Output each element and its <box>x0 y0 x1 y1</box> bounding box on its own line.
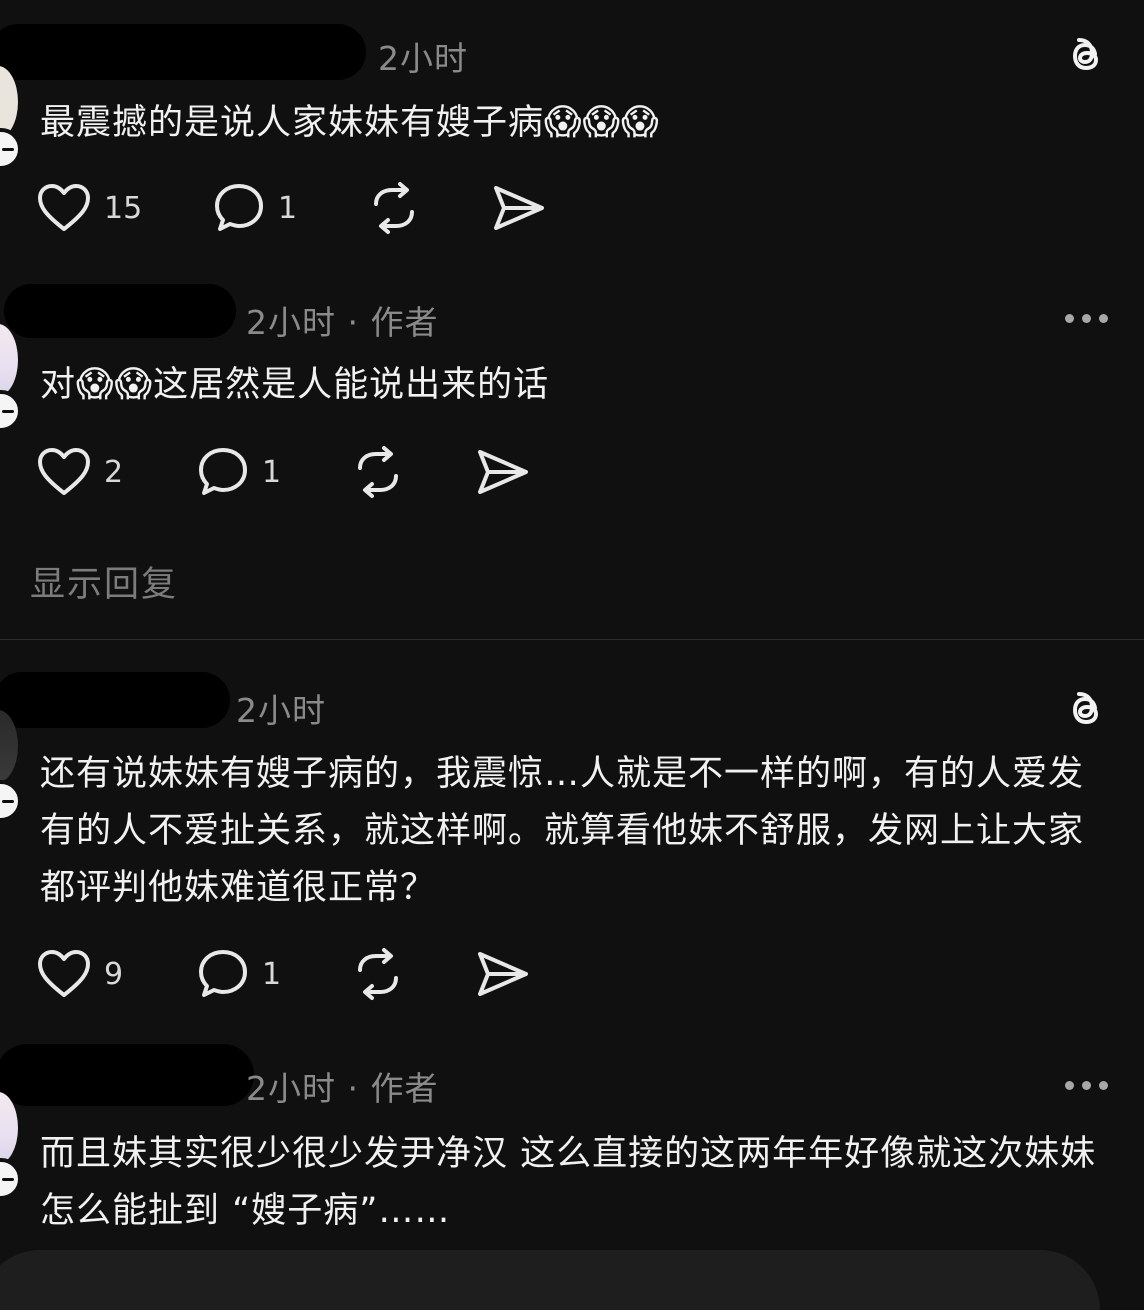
like-count: 9 <box>104 956 124 992</box>
avatar[interactable] <box>0 324 18 396</box>
threads-logo-icon[interactable] <box>1062 32 1110 80</box>
comment-text: 最震撼的是说人家妹妹有嫂子病😱😱😱 <box>40 102 660 143</box>
repost-button[interactable] <box>366 180 422 236</box>
comment-text: 还有说妹妹有嫂子病的，我震惊…人就是不一样的啊，有的人爱发有的人不爱扯关系，就这… <box>40 754 1085 908</box>
like-count: 2 <box>104 454 124 490</box>
share-button[interactable] <box>490 180 548 236</box>
like-button[interactable]: 9 <box>36 946 123 1002</box>
like-button[interactable]: 2 <box>36 444 123 500</box>
bottom-sheet-edge <box>0 1250 1100 1310</box>
share-button[interactable] <box>474 946 532 1002</box>
repost-icon <box>374 182 414 234</box>
send-icon <box>478 450 528 494</box>
follow-button[interactable] <box>0 128 22 170</box>
author-tag: 作者 <box>370 1069 439 1108</box>
more-icon[interactable] <box>1065 1081 1108 1090</box>
like-count: 15 <box>104 190 143 226</box>
redacted-username <box>4 284 236 338</box>
reply-button[interactable]: 1 <box>196 946 281 1002</box>
more-icon[interactable] <box>1065 314 1108 323</box>
heart-icon <box>38 448 90 495</box>
redacted-username <box>0 1044 254 1106</box>
reply-count: 1 <box>278 190 298 226</box>
redacted-username <box>0 24 366 80</box>
follow-button[interactable] <box>0 780 22 822</box>
comment-icon <box>199 950 247 997</box>
repost-icon <box>358 948 398 1000</box>
repost-button[interactable] <box>350 444 406 500</box>
comment-time: 2小时 · 作者 <box>246 1069 439 1108</box>
comment-text: 对😱😱这居然是人能说出来的话 <box>40 364 550 405</box>
author-tag: 作者 <box>370 303 439 342</box>
comment-icon <box>199 448 247 495</box>
scream-emoji: 😱 <box>114 364 154 405</box>
comment-text: 而且妹其实很少很少发尹净汉 这么直接的这两年年好像就这次妹妹怎么能扯到 “嫂子病… <box>40 1134 1097 1231</box>
show-replies-link[interactable]: 显示回复 <box>30 556 178 607</box>
comment-time: 2小时 <box>236 691 326 730</box>
thread-divider <box>0 639 1144 640</box>
threads-logo-icon[interactable] <box>1062 686 1110 734</box>
scream-emoji: 😱 <box>76 364 115 405</box>
comment-icon <box>215 184 263 231</box>
scream-emoji: 😱 <box>582 102 622 143</box>
redacted-username <box>0 672 230 728</box>
repost-icon <box>358 446 398 498</box>
follow-button[interactable] <box>0 1158 22 1200</box>
scream-emoji: 😱 <box>544 102 583 143</box>
like-button[interactable]: 15 <box>36 180 142 236</box>
repost-button[interactable] <box>350 946 406 1002</box>
heart-icon <box>38 184 90 231</box>
reply-count: 1 <box>262 956 282 992</box>
share-button[interactable] <box>474 444 532 500</box>
reply-button[interactable]: 1 <box>196 444 281 500</box>
send-icon <box>478 952 528 996</box>
follow-button[interactable] <box>0 390 22 432</box>
send-icon <box>494 186 544 230</box>
comment-time: 2小时 · 作者 <box>246 303 439 342</box>
reply-count: 1 <box>262 454 282 490</box>
heart-icon <box>38 950 90 997</box>
scream-emoji: 😱 <box>621 102 660 143</box>
comment-time: 2小时 <box>378 39 468 78</box>
reply-button[interactable]: 1 <box>212 180 297 236</box>
